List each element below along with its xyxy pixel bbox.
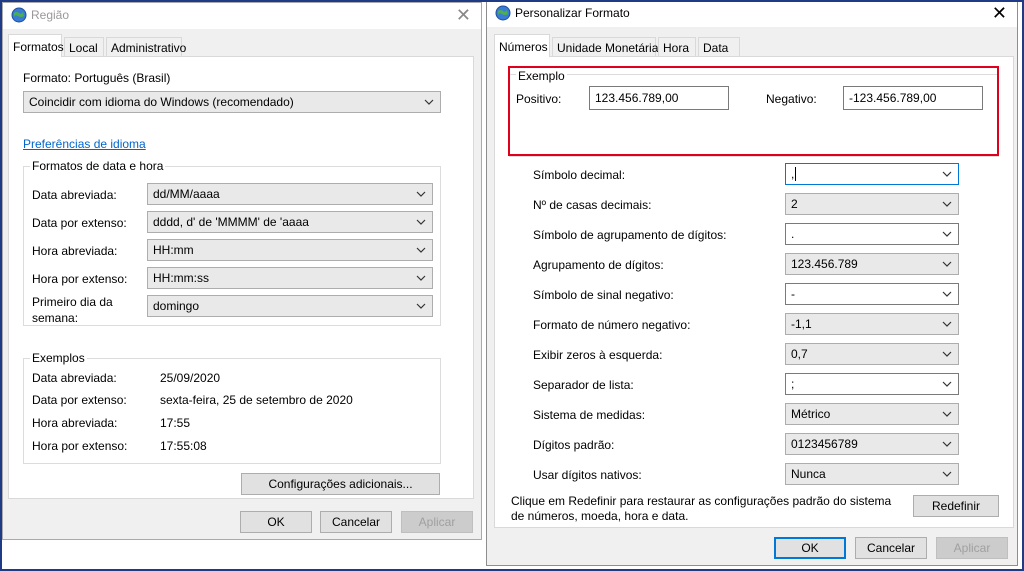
long-time-label: Hora por extenso: xyxy=(32,272,128,286)
list-separator-select[interactable]: ; xyxy=(785,373,959,395)
example-long-date-value: sexta-feira, 25 de setembro de 2020 xyxy=(160,393,353,407)
examples-legend: Exemplos xyxy=(30,351,87,365)
decimal-symbol-label: Símbolo decimal: xyxy=(533,168,626,182)
tab-administrativo[interactable]: Administrativo xyxy=(106,37,186,57)
chevron-down-icon xyxy=(416,247,426,253)
leading-zeros-label: Exibir zeros à esquerda: xyxy=(533,348,663,362)
custom-apply-button[interactable]: Aplicar xyxy=(936,537,1008,559)
chevron-down-icon xyxy=(416,219,426,225)
tab-unidade-monetaria[interactable]: Unidade Monetária xyxy=(552,37,658,57)
negative-number-format-select[interactable]: -1,1 xyxy=(785,313,959,335)
decimal-symbol-select[interactable]: , xyxy=(785,163,959,185)
negative-sign-symbol-label: Símbolo de sinal negativo: xyxy=(533,288,674,302)
decimal-places-select[interactable]: 2 xyxy=(785,193,959,215)
custom-format-titlebar[interactable]: Personalizar Formato ✕ xyxy=(487,1,1017,27)
example-short-time-label: Hora abreviada: xyxy=(32,416,118,430)
reset-description-line1: Clique em Redefinir para restaurar as co… xyxy=(511,494,892,508)
standard-digits-select[interactable]: 0123456789 xyxy=(785,433,959,455)
highlight-box xyxy=(508,66,999,156)
chevron-down-icon xyxy=(942,321,952,327)
chevron-down-icon xyxy=(942,471,952,477)
negative-sign-symbol-select[interactable]: - xyxy=(785,283,959,305)
custom-format-title: Personalizar Formato xyxy=(515,6,630,20)
chevron-down-icon xyxy=(942,261,952,267)
chevron-down-icon xyxy=(424,99,434,105)
region-apply-button[interactable]: Aplicar xyxy=(401,511,473,533)
digit-grouping-label: Agrupamento de dígitos: xyxy=(533,258,664,272)
format-label: Formato: Português (Brasil) xyxy=(23,71,171,85)
text-caret xyxy=(795,167,797,181)
long-date-select[interactable]: dddd, d' de 'MMMM' de 'aaaa xyxy=(147,211,433,233)
chevron-down-icon xyxy=(416,275,426,281)
format-select[interactable]: Coincidir com idioma do Windows (recomen… xyxy=(23,91,441,113)
example-long-time-label: Hora por extenso: xyxy=(32,439,128,453)
first-day-label-line1: Primeiro dia da xyxy=(32,295,113,309)
region-titlebar[interactable]: Região ✕ xyxy=(3,3,481,29)
digit-grouping-select[interactable]: 123.456.789 xyxy=(785,253,959,275)
chevron-down-icon xyxy=(942,171,952,177)
measurement-system-label: Sistema de medidas: xyxy=(533,408,646,422)
chevron-down-icon xyxy=(942,411,952,417)
example-long-time-value: 17:55:08 xyxy=(160,439,207,453)
chevron-down-icon xyxy=(942,231,952,237)
custom-format-tabs: Números Unidade Monetária Hora Data xyxy=(494,34,1014,57)
chevron-down-icon xyxy=(942,291,952,297)
chevron-down-icon xyxy=(942,441,952,447)
tab-hora[interactable]: Hora xyxy=(658,37,696,57)
short-date-label: Data abreviada: xyxy=(32,188,117,202)
region-title: Região xyxy=(31,8,70,22)
short-date-select[interactable]: dd/MM/aaaa xyxy=(147,183,433,205)
chevron-down-icon xyxy=(942,351,952,357)
date-time-formats-group: Formatos de data e hora Data abreviada: … xyxy=(23,159,441,326)
tab-local[interactable]: Local xyxy=(64,37,104,57)
example-short-time-value: 17:55 xyxy=(160,416,191,430)
chevron-down-icon xyxy=(416,191,426,197)
globe-icon xyxy=(495,5,511,21)
digit-grouping-symbol-label: Símbolo de agrupamento de dígitos: xyxy=(533,228,727,242)
chevron-down-icon xyxy=(942,201,952,207)
chevron-down-icon xyxy=(942,381,952,387)
example-short-date-label: Data abreviada: xyxy=(32,371,117,385)
tab-numeros[interactable]: Números xyxy=(494,34,550,57)
region-window: Região ✕ Formatos Local Administrativo F… xyxy=(2,2,482,540)
date-time-formats-legend: Formatos de data e hora xyxy=(30,159,166,173)
first-day-label-line2: semana: xyxy=(32,311,79,325)
tab-data[interactable]: Data xyxy=(698,37,740,57)
tab-formatos[interactable]: Formatos xyxy=(8,34,64,57)
long-time-select[interactable]: HH:mm:ss xyxy=(147,267,433,289)
measurement-system-select[interactable]: Métrico xyxy=(785,403,959,425)
example-short-date-value: 25/09/2020 xyxy=(160,371,221,385)
globe-icon xyxy=(11,7,27,23)
custom-ok-button[interactable]: OK xyxy=(774,537,846,559)
short-time-label: Hora abreviada: xyxy=(32,244,118,258)
digit-grouping-symbol-select[interactable]: . xyxy=(785,223,959,245)
reset-description-line2: de números, moeda, hora e data. xyxy=(511,509,689,523)
first-day-select[interactable]: domingo xyxy=(147,295,433,317)
region-ok-button[interactable]: OK xyxy=(240,511,312,533)
region-tabs: Formatos Local Administrativo xyxy=(8,34,478,57)
leading-zeros-select[interactable]: 0,7 xyxy=(785,343,959,365)
region-cancel-button[interactable]: Cancelar xyxy=(320,511,392,533)
additional-settings-button[interactable]: Configurações adicionais... xyxy=(241,473,440,495)
long-date-label: Data por extenso: xyxy=(32,216,127,230)
example-long-date-label: Data por extenso: xyxy=(32,393,127,407)
reset-button[interactable]: Redefinir xyxy=(913,495,999,517)
close-icon[interactable]: ✕ xyxy=(992,3,1007,23)
short-time-select[interactable]: HH:mm xyxy=(147,239,433,261)
list-separator-label: Separador de lista: xyxy=(533,378,634,392)
native-digits-select[interactable]: Nunca xyxy=(785,463,959,485)
custom-cancel-button[interactable]: Cancelar xyxy=(855,537,927,559)
region-formats-panel: Formato: Português (Brasil) Coincidir co… xyxy=(8,56,474,499)
negative-number-format-label: Formato de número negativo: xyxy=(533,318,691,332)
native-digits-label: Usar dígitos nativos: xyxy=(533,468,642,482)
close-icon[interactable]: ✕ xyxy=(456,5,471,25)
examples-group: Exemplos Data abreviada: 25/09/2020 Data… xyxy=(23,351,441,464)
decimal-places-label: Nº de casas decimais: xyxy=(533,198,652,212)
chevron-down-icon xyxy=(416,303,426,309)
standard-digits-label: Dígitos padrão: xyxy=(533,438,615,452)
language-preferences-link[interactable]: Preferências de idioma xyxy=(23,137,146,151)
